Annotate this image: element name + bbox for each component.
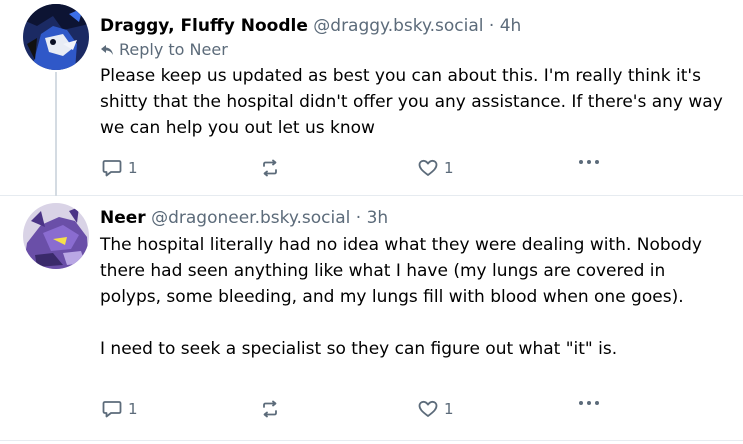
avatar-neer-image	[23, 203, 89, 269]
post-neer[interactable]: Neer @dragoneer.bsky.social · 3h The hos…	[0, 196, 743, 441]
reply-button[interactable]: 1	[102, 159, 138, 177]
avatar-draggy-image	[23, 4, 89, 70]
post-header: Draggy, Fluffy Noodle @draggy.bsky.socia…	[100, 14, 731, 38]
avatar[interactable]	[23, 203, 89, 269]
reply-count: 1	[128, 159, 138, 177]
thread-line	[55, 72, 57, 196]
post-text: Please keep us updated as best you can a…	[100, 66, 729, 138]
post-time[interactable]: 3h	[367, 208, 389, 228]
author-handle[interactable]: @draggy.bsky.social	[313, 16, 483, 36]
like-count: 1	[444, 400, 454, 418]
more-dots-icon	[579, 160, 599, 164]
like-button[interactable]: 1	[418, 400, 454, 418]
post-actions: 1 1	[100, 159, 720, 181]
repost-button[interactable]	[260, 400, 280, 418]
post-draggy[interactable]: Draggy, Fluffy Noodle @draggy.bsky.socia…	[0, 0, 743, 196]
comment-icon	[102, 401, 122, 418]
author-handle[interactable]: @dragoneer.bsky.social	[151, 208, 350, 228]
more-options-button[interactable]	[578, 400, 600, 406]
author-name[interactable]: Draggy, Fluffy Noodle	[100, 16, 308, 36]
like-button[interactable]: 1	[418, 159, 454, 177]
reply-to-link[interactable]: Reply to Neer	[100, 39, 731, 61]
reply-arrow-icon	[101, 45, 113, 55]
separator-dot: ·	[488, 16, 495, 36]
separator-dot: ·	[355, 208, 362, 228]
avatar[interactable]	[23, 4, 89, 70]
post-text: The hospital literally had no idea what …	[100, 235, 702, 359]
post-content: Neer @dragoneer.bsky.social · 3h The hos…	[100, 206, 731, 362]
reply-to-label[interactable]: Reply to Neer	[119, 39, 228, 61]
heart-icon	[418, 400, 438, 417]
post-time[interactable]: 4h	[500, 16, 522, 36]
comment-icon	[102, 160, 122, 177]
repost-icon	[263, 159, 277, 177]
post-actions: 1 1	[100, 400, 720, 422]
repost-button[interactable]	[260, 159, 280, 177]
heart-icon	[418, 159, 438, 176]
post-header: Neer @dragoneer.bsky.social · 3h	[100, 206, 731, 230]
author-name[interactable]: Neer	[100, 208, 146, 228]
more-dots-icon	[579, 401, 599, 405]
like-count: 1	[444, 159, 454, 177]
repost-icon	[263, 400, 277, 418]
reply-button[interactable]: 1	[102, 400, 138, 418]
post-content: Draggy, Fluffy Noodle @draggy.bsky.socia…	[100, 14, 731, 141]
more-options-button[interactable]	[578, 159, 600, 165]
reply-count: 1	[128, 400, 138, 418]
